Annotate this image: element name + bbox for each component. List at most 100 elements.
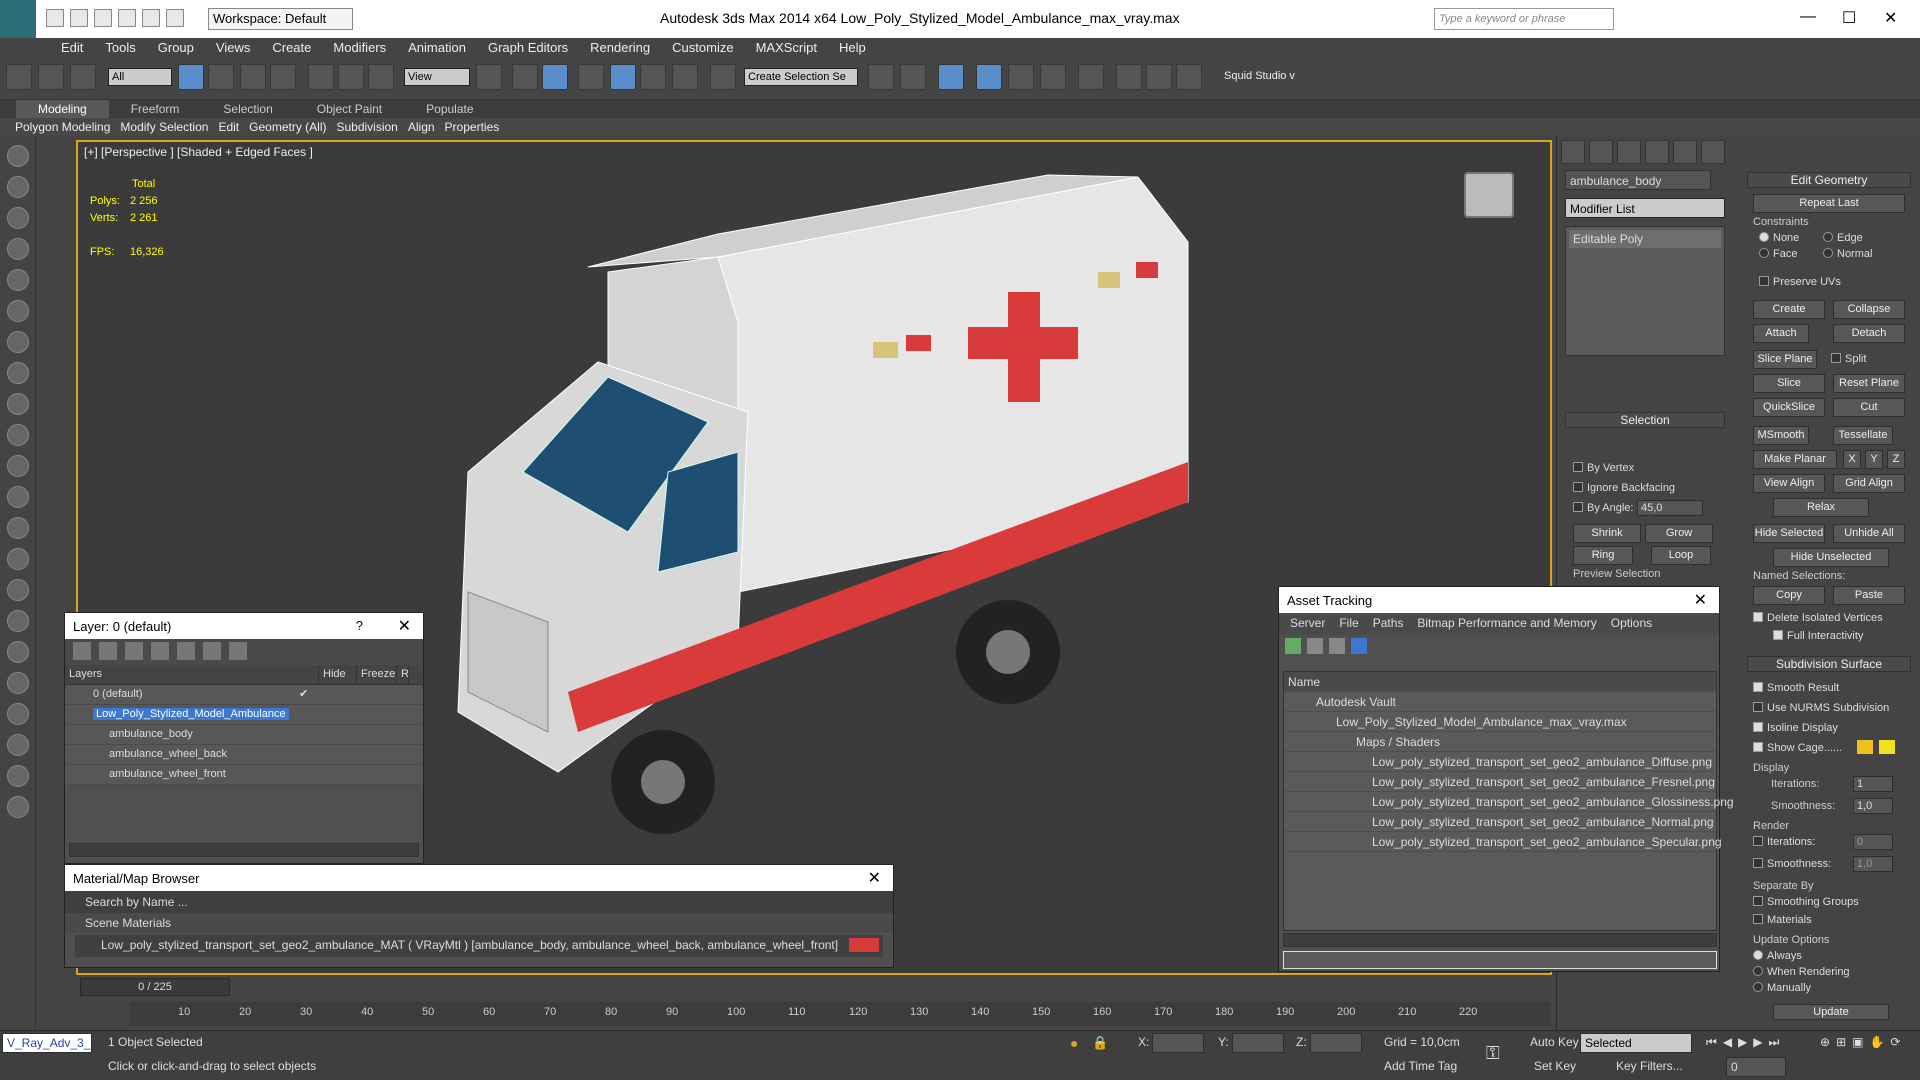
slice-plane-button[interactable]: Slice Plane (1753, 350, 1817, 369)
selection-rollout[interactable]: Selection (1565, 412, 1725, 428)
angle-input[interactable]: 45,0 (1637, 500, 1703, 516)
menu-customize[interactable]: Customize (661, 38, 744, 58)
layer-close-icon[interactable]: ✕ (398, 616, 411, 636)
menu-views[interactable]: Views (205, 38, 261, 58)
reset-plane-button[interactable]: Reset Plane (1833, 374, 1905, 393)
constraint-none-radio[interactable]: None (1759, 232, 1799, 244)
spinner-snap-icon[interactable] (672, 64, 698, 90)
bone-icon[interactable] (7, 672, 29, 694)
asset-row[interactable]: Low_poly_stylized_transport_set_geo2_amb… (1284, 752, 1716, 772)
grow-button[interactable]: Grow (1645, 524, 1713, 543)
smoothing-groups-checkbox[interactable]: Smoothing Groups (1753, 896, 1859, 908)
asset-close-icon[interactable]: ✕ (1694, 590, 1707, 610)
tab-populate[interactable]: Populate (404, 100, 495, 118)
reference-coord-dropdown[interactable]: View (404, 68, 470, 86)
redo-icon[interactable] (142, 9, 160, 27)
camera-icon[interactable] (7, 362, 29, 384)
asset-menu-paths[interactable]: Paths (1366, 616, 1411, 632)
show-cage-checkbox[interactable]: Show Cage...... (1753, 742, 1842, 754)
attach-button[interactable]: Attach (1753, 324, 1809, 343)
ribbon-geometry-all[interactable]: Geometry (All) (244, 118, 331, 136)
key-filters-button[interactable]: Key Filters... (1616, 1059, 1683, 1073)
curve-editor-icon[interactable] (1008, 64, 1034, 90)
constraint-face-radio[interactable]: Face (1759, 248, 1797, 260)
layer-manager-icon[interactable] (976, 64, 1002, 90)
asset-menu-bitmap[interactable]: Bitmap Performance and Memory (1410, 616, 1603, 632)
scene-materials-group[interactable]: Scene Materials (65, 913, 893, 933)
cut-button[interactable]: Cut (1833, 398, 1905, 417)
menu-maxscript[interactable]: MAXScript (745, 38, 828, 58)
link-icon[interactable] (6, 64, 32, 90)
ignore-backfacing-checkbox[interactable]: Ignore Backfacing (1573, 482, 1675, 494)
layer-icon[interactable] (7, 207, 29, 229)
viewcube[interactable] (1464, 172, 1514, 218)
shape-icon[interactable] (7, 331, 29, 353)
stack-item-editable-poly[interactable]: Editable Poly (1569, 230, 1721, 248)
menu-help[interactable]: Help (828, 38, 877, 58)
scale-icon[interactable] (368, 64, 394, 90)
plant-icon[interactable] (7, 734, 29, 756)
teapot-icon[interactable] (7, 486, 29, 508)
render-smoothness-input[interactable]: 1,0 (1853, 856, 1893, 872)
y-coord-input[interactable] (1232, 1033, 1284, 1053)
angle-snap-icon[interactable] (610, 64, 636, 90)
search-input[interactable]: Type a keyword or phrase (1434, 8, 1614, 30)
named-selection-dropdown[interactable]: Create Selection Se (744, 68, 858, 86)
box-icon[interactable] (7, 393, 29, 415)
undo-icon[interactable] (118, 9, 136, 27)
quickslice-button[interactable]: QuickSlice (1753, 398, 1825, 417)
layer-row[interactable]: 0 (default) ✔ (65, 685, 423, 705)
particle-icon[interactable] (7, 610, 29, 632)
slice-button[interactable]: Slice (1753, 374, 1825, 393)
tab-freeform[interactable]: Freeform (109, 100, 202, 118)
view-align-button[interactable]: View Align (1753, 474, 1825, 493)
layer-window-title[interactable]: Layer: 0 (default) ? ✕ (65, 613, 423, 639)
smooth-result-checkbox[interactable]: Smooth Result (1753, 682, 1839, 694)
isolate-icon[interactable]: ● (1070, 1035, 1078, 1051)
by-angle-checkbox[interactable]: By Angle: (1573, 502, 1633, 514)
time-ruler[interactable]: 10 20 30 40 50 60 70 80 90 100 110 120 130 140 150 160 1… (130, 1002, 1550, 1026)
rotate-icon[interactable] (338, 64, 364, 90)
light-icon[interactable] (7, 269, 29, 291)
asset-col-name[interactable]: Name (1284, 672, 1716, 692)
edit-geometry-rollout[interactable]: Edit Geometry (1747, 172, 1911, 188)
grid-align-button[interactable]: Grid Align (1833, 474, 1905, 493)
mirror-icon[interactable] (868, 64, 894, 90)
delete-layer-icon[interactable] (99, 642, 117, 660)
unlink-icon[interactable] (38, 64, 64, 90)
ribbon-properties[interactable]: Properties (440, 118, 505, 136)
detail-view-icon[interactable] (1329, 638, 1345, 654)
display-tab-icon[interactable] (1673, 140, 1697, 164)
loop-button[interactable]: Loop (1651, 546, 1711, 565)
col-layers[interactable]: Layers (65, 665, 319, 684)
auto-key-button[interactable]: Auto Key (1530, 1035, 1579, 1049)
play-icon[interactable]: ▶ (1738, 1035, 1747, 1050)
render-iterations-input[interactable]: 0 (1853, 834, 1893, 850)
add-time-tag[interactable]: Add Time Tag (1384, 1059, 1457, 1073)
render-setup-icon[interactable] (1116, 64, 1142, 90)
goto-start-icon[interactable]: ⏮ (1706, 1035, 1717, 1050)
by-vertex-checkbox[interactable]: By Vertex (1573, 462, 1634, 474)
freeze-all-layers-icon[interactable] (229, 642, 247, 660)
update-always-radio[interactable]: Always (1753, 950, 1802, 962)
paste-button[interactable]: Paste (1833, 586, 1905, 605)
isoline-display-checkbox[interactable]: Isoline Display (1753, 722, 1838, 734)
workspace-dropdown[interactable]: Workspace: Default (208, 8, 353, 30)
asset-menu-file[interactable]: File (1332, 616, 1365, 632)
goto-end-icon[interactable]: ⏭ (1769, 1035, 1780, 1050)
zoom-extents-icon[interactable]: ▣ (1852, 1035, 1863, 1049)
matbrowser-title-bar[interactable]: Material/Map Browser ✕ (65, 865, 893, 891)
orbit-icon[interactable] (7, 145, 29, 167)
next-frame-icon[interactable]: ▶ (1753, 1035, 1762, 1050)
menu-create[interactable]: Create (261, 38, 322, 58)
close-icon[interactable]: ✕ (1884, 8, 1897, 28)
scene-explorer-icon[interactable] (938, 64, 964, 90)
make-planar-button[interactable]: Make Planar (1753, 450, 1837, 469)
utilities-tab-icon[interactable] (1701, 140, 1725, 164)
constraint-normal-radio[interactable]: Normal (1823, 248, 1872, 260)
update-manually-radio[interactable]: Manually (1753, 982, 1811, 994)
render-smoothness-checkbox[interactable]: Smoothness: (1753, 858, 1831, 870)
window-crossing-icon[interactable] (270, 64, 296, 90)
modifier-list-dropdown[interactable]: Modifier List (1565, 198, 1725, 218)
keyboard-shortcut-override-icon[interactable] (542, 64, 568, 90)
